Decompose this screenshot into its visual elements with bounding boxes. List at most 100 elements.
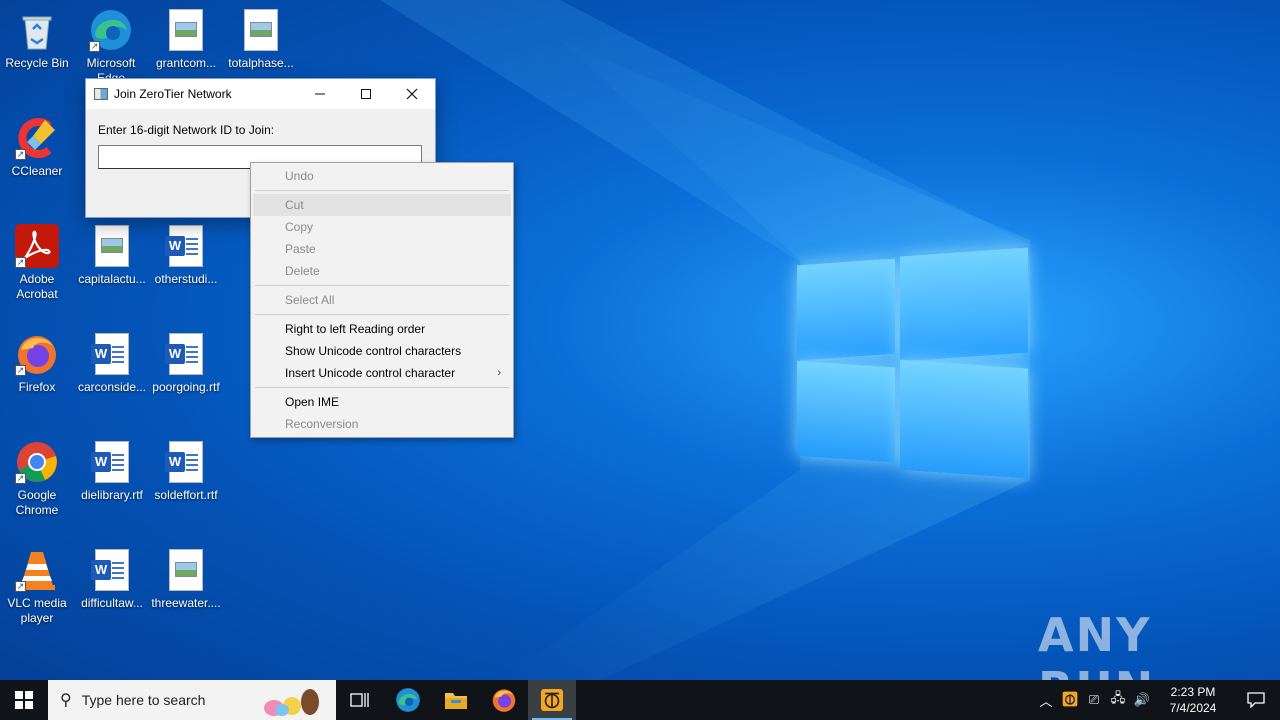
taskbar-clock[interactable]: 2:23 PM 7/4/2024 <box>1154 684 1232 716</box>
search-icon: ⚲ <box>60 692 72 709</box>
notification-icon <box>1247 692 1265 708</box>
desktop-icon-recycle-bin[interactable]: Recycle Bin <box>0 8 74 71</box>
minimize-icon <box>315 93 325 95</box>
desktop-icon-adobe-acrobat[interactable]: ↗ Adobe Acrobat <box>0 224 74 302</box>
desktop-icon-capitalactu[interactable]: capitalactu... <box>75 224 149 287</box>
task-view-button[interactable] <box>336 680 384 720</box>
taskbar-firefox[interactable] <box>480 680 528 720</box>
chrome-icon: ↗ <box>15 440 59 484</box>
zerotier-icon <box>541 689 563 711</box>
action-center-button[interactable] <box>1232 692 1280 708</box>
menu-item-insert-unicode-control[interactable]: Insert Unicode control character › <box>253 362 511 384</box>
network-id-label: Enter 16-digit Network ID to Join: <box>98 123 275 137</box>
maximize-button[interactable] <box>343 79 389 109</box>
windows-start-icon <box>15 691 33 709</box>
folder-icon <box>445 693 467 709</box>
icon-label: Firefox <box>18 380 56 394</box>
menu-item-select-all[interactable]: Select All <box>253 289 511 311</box>
icon-label: grantcom... <box>155 56 217 70</box>
desktop-icon-soldeffort[interactable]: W soldeffort.rtf <box>149 440 223 503</box>
word-document-icon: W <box>164 332 208 376</box>
menu-item-reconversion[interactable]: Reconversion <box>253 413 511 435</box>
desktop-icon-difficultaw[interactable]: W difficultaw... <box>75 548 149 611</box>
start-button[interactable] <box>0 680 48 720</box>
taskbar-search-box[interactable]: ⚲ Type here to search <box>48 680 336 720</box>
desktop-icon-firefox[interactable]: ↗ Firefox <box>0 332 74 395</box>
desktop-icon-carconside[interactable]: W carconside... <box>75 332 149 395</box>
icon-label: soldeffort.rtf <box>154 488 218 502</box>
clock-time: 2:23 PM <box>1170 685 1216 699</box>
ccleaner-icon: ↗ <box>15 116 59 160</box>
close-button[interactable] <box>389 79 435 109</box>
recycle-bin-icon <box>15 8 59 52</box>
maximize-icon <box>361 89 371 99</box>
desktop-icon-totalphase[interactable]: totalphase... <box>224 8 298 71</box>
edge-icon: ↗ <box>89 8 133 52</box>
firefox-icon: ↗ <box>15 332 59 376</box>
zerotier-app-icon <box>94 88 108 100</box>
search-highlight-easter-icon <box>264 689 319 716</box>
desktop-icon-ccleaner[interactable]: ↗ CCleaner <box>0 116 74 179</box>
image-file-icon <box>90 224 134 268</box>
icon-label: Adobe Acrobat <box>16 272 58 301</box>
word-document-icon: W <box>164 440 208 484</box>
desktop-icon-poorgoing[interactable]: W poorgoing.rtf <box>149 332 223 395</box>
desktop-icon-google-chrome[interactable]: ↗ Google Chrome <box>0 440 74 518</box>
minimize-button[interactable] <box>297 79 343 109</box>
desktop-icon-dielibrary[interactable]: W dielibrary.rtf <box>75 440 149 503</box>
icon-label: Google Chrome <box>15 488 59 517</box>
menu-item-cut[interactable]: Cut <box>253 194 511 216</box>
menu-item-delete[interactable]: Delete <box>253 260 511 282</box>
word-document-icon: W <box>90 440 134 484</box>
firefox-icon <box>492 689 516 712</box>
icon-label: poorgoing.rtf <box>152 380 220 394</box>
menu-item-copy[interactable]: Copy <box>253 216 511 238</box>
icon-label: otherstudi... <box>154 272 218 286</box>
word-document-icon: W <box>90 548 134 592</box>
desktop-icon-microsoft-edge[interactable]: ↗ Microsoft Edge <box>74 8 148 80</box>
word-document-icon: W <box>164 224 208 268</box>
taskbar-zerotier[interactable] <box>528 680 576 720</box>
image-file-icon <box>164 8 208 52</box>
menu-item-rtl-reading-order[interactable]: Right to left Reading order <box>253 318 511 340</box>
icon-label: difficultaw... <box>81 596 143 610</box>
network-icon[interactable]: 🖧 <box>1106 689 1130 711</box>
icon-label: Microsoft Edge <box>86 56 136 80</box>
menu-separator <box>255 314 509 315</box>
menu-item-paste[interactable]: Paste <box>253 238 511 260</box>
icon-label: carconside... <box>77 380 147 394</box>
desktop-icon-vlc-media-player[interactable]: ↗ VLC media player <box>0 548 74 626</box>
icon-label: dielibrary.rtf <box>81 488 143 502</box>
taskbar-file-explorer[interactable] <box>432 680 480 720</box>
meet-now-icon[interactable]: ⎚ <box>1082 692 1106 708</box>
menu-separator <box>255 387 509 388</box>
image-file-icon <box>164 548 208 592</box>
task-view-icon <box>350 693 369 707</box>
dialog-title-bar[interactable]: Join ZeroTier Network <box>86 79 435 109</box>
clock-date: 7/4/2024 <box>1169 701 1217 715</box>
menu-item-undo[interactable]: Undo <box>253 165 511 187</box>
show-hidden-icons-chevron-icon[interactable]: ︿ <box>1034 691 1058 710</box>
taskbar-edge[interactable] <box>384 680 432 720</box>
system-tray: ︿ ⎚ 🖧 🔊 2:23 PM 7/4/2024 <box>1034 680 1280 720</box>
desktop-icon-grantcom[interactable]: grantcom... <box>149 8 223 71</box>
menu-item-label: Insert Unicode control character <box>285 366 456 380</box>
menu-item-open-ime[interactable]: Open IME <box>253 391 511 413</box>
icon-label: threewater.... <box>151 596 221 610</box>
volume-icon[interactable]: 🔊 <box>1130 692 1154 708</box>
windows-logo <box>795 240 1030 480</box>
zerotier-tray-icon[interactable] <box>1058 691 1082 710</box>
taskbar: ⚲ Type here to search ︿ ⎚ 🖧 🔊 2:23 PM 7/… <box>0 680 1280 720</box>
vlc-icon: ↗ <box>15 548 59 592</box>
image-file-icon <box>239 8 283 52</box>
context-menu: Undo Cut Copy Paste Delete Select All Ri… <box>250 162 514 438</box>
icon-label: capitalactu... <box>78 272 146 286</box>
desktop-icon-threewater[interactable]: threewater.... <box>149 548 223 611</box>
icon-label: VLC media player <box>7 596 67 625</box>
icon-label: totalphase... <box>228 56 294 70</box>
desktop-icon-otherstudi[interactable]: W otherstudi... <box>149 224 223 287</box>
acrobat-icon: ↗ <box>15 224 59 268</box>
menu-item-show-unicode-control[interactable]: Show Unicode control characters <box>253 340 511 362</box>
menu-separator <box>255 190 509 191</box>
search-placeholder: Type here to search <box>81 692 206 708</box>
